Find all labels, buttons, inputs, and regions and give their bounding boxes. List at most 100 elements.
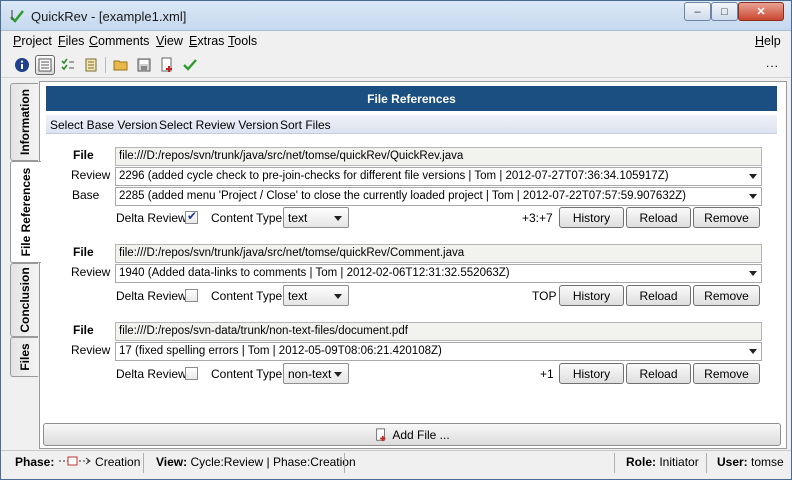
add-document-button[interactable]	[157, 55, 177, 75]
sort-files-action[interactable]: Sort Files	[280, 118, 331, 132]
delta-review-checkbox[interactable]	[185, 289, 198, 302]
reload-button[interactable]: Reload	[626, 363, 691, 384]
review-version-select[interactable]: 1940 (Added data-links to comments | Tom…	[115, 264, 762, 283]
info-button[interactable]	[12, 55, 32, 75]
content-type-value: non-text	[288, 367, 332, 381]
content-type-label: Content Type	[211, 289, 283, 303]
menu-project[interactable]: Project	[13, 34, 52, 48]
chevron-down-icon	[749, 349, 757, 354]
add-file-label: Add File ...	[392, 427, 450, 442]
base-label: Base	[72, 188, 100, 202]
tab-files[interactable]: Files	[10, 337, 38, 377]
title-bar: QuickRev - [example1.xml] – □ ✕	[1, 1, 791, 31]
view-label: View:	[156, 455, 188, 469]
change-status: +3:+7	[522, 211, 553, 225]
save-button[interactable]	[134, 55, 154, 75]
action-bar: Select Base Version Select Review Versio…	[46, 115, 777, 134]
remove-button[interactable]: Remove	[693, 285, 760, 306]
tab-label: Files	[17, 343, 32, 371]
close-button[interactable]: ✕	[738, 2, 784, 21]
select-review-version-action[interactable]: Select Review Version	[159, 118, 278, 132]
menu-label: iles	[65, 34, 85, 48]
change-status: TOP	[532, 289, 557, 303]
tab-conclusion[interactable]: Conclusion	[10, 263, 38, 337]
delta-review-checkbox[interactable]	[185, 367, 198, 380]
maximize-button[interactable]: □	[711, 2, 738, 21]
user-label: User:	[717, 455, 748, 469]
open-button[interactable]	[111, 55, 131, 75]
content-type-select[interactable]: non-text	[283, 363, 349, 384]
panel-header: File References	[46, 86, 777, 111]
review-version-value: 2296 (added cycle check to pre-join-chec…	[119, 170, 669, 182]
base-version-value: 2285 (added menu 'Project / Close' to cl…	[119, 190, 686, 202]
file-label: File	[73, 323, 94, 337]
add-file-button[interactable]: Add File ...	[43, 423, 781, 446]
toolbar: ...	[1, 52, 791, 78]
content-type-select[interactable]: text	[283, 207, 349, 228]
menu-view[interactable]: View	[156, 34, 183, 48]
menu-extras[interactable]: Extras	[189, 34, 224, 48]
quickrev-app-icon	[10, 10, 24, 23]
file-label: File	[73, 245, 94, 259]
reload-button[interactable]: Reload	[626, 285, 691, 306]
chevron-down-icon	[334, 372, 342, 377]
file-path-field[interactable]: file:///D:/repos/svn/trunk/java/src/net/…	[115, 244, 762, 263]
review-version-select[interactable]: 2296 (added cycle check to pre-join-chec…	[115, 167, 762, 186]
notes-view-button[interactable]	[81, 55, 101, 75]
change-status: +1	[540, 367, 554, 381]
menu-mnemonic: H	[755, 34, 765, 48]
remove-button[interactable]: Remove	[693, 363, 760, 384]
minimize-button[interactable]: –	[684, 2, 711, 21]
user-value: tomse	[751, 455, 784, 469]
delta-review-label: Delta Review	[116, 367, 187, 381]
menu-comments[interactable]: Comments	[89, 34, 149, 48]
file-path-field[interactable]: file:///D:/repos/svn-data/trunk/non-text…	[115, 322, 762, 341]
phase-status: Phase: Creation	[15, 455, 140, 473]
menu-files[interactable]: Files	[58, 34, 84, 48]
history-button[interactable]: History	[559, 207, 624, 228]
phase-value: Creation	[95, 455, 141, 469]
select-base-version-action[interactable]: Select Base Version	[50, 118, 157, 132]
toolbar-overflow[interactable]: ...	[766, 56, 779, 70]
menu-bar: Project Files Comments View Extras Tools…	[1, 31, 791, 51]
phase-flow-icon	[58, 456, 91, 466]
review-label: Review	[71, 168, 111, 182]
file-references-view-button[interactable]	[35, 55, 55, 75]
base-version-select[interactable]: 2285 (added menu 'Project / Close' to cl…	[115, 187, 762, 206]
menu-mnemonic: C	[89, 34, 99, 48]
content-type-value: text	[288, 289, 308, 303]
phase-label: Phase:	[15, 455, 55, 469]
review-version-value: 1940 (Added data-links to comments | Tom…	[119, 267, 510, 279]
floppy-disk-icon	[137, 58, 151, 72]
status-divider	[614, 453, 615, 473]
status-divider	[143, 453, 144, 473]
tab-label: Information	[17, 89, 32, 155]
conclusion-view-button[interactable]	[58, 55, 78, 75]
finish-button[interactable]	[180, 55, 200, 75]
document-add-icon	[376, 427, 386, 441]
chevron-down-icon	[749, 194, 757, 199]
list-view-icon	[38, 58, 52, 72]
menu-label: elp	[764, 34, 781, 48]
history-button[interactable]: History	[559, 285, 624, 306]
remove-button[interactable]: Remove	[693, 207, 760, 228]
content-type-select[interactable]: text	[283, 285, 349, 306]
menu-label: xtras	[197, 34, 225, 48]
review-label: Review	[71, 265, 111, 279]
menu-tools[interactable]: Tools	[228, 34, 257, 48]
tab-information[interactable]: Information	[10, 83, 38, 161]
tab-file-references[interactable]: File References	[10, 161, 41, 263]
status-divider	[344, 453, 345, 473]
chevron-down-icon	[749, 174, 757, 179]
file-path-field[interactable]: file:///D:/repos/svn/trunk/java/src/net/…	[115, 147, 762, 166]
review-version-select[interactable]: 17 (fixed spelling errors | Tom | 2012-0…	[115, 342, 762, 361]
view-value: Cycle:Review | Phase:Creation	[190, 455, 356, 469]
delta-review-checkbox[interactable]: ✔	[185, 209, 198, 224]
user-status: User: tomse	[717, 455, 784, 473]
checkmark-icon	[183, 59, 197, 71]
menu-help[interactable]: Help	[755, 34, 781, 48]
info-icon	[15, 58, 29, 72]
file-references-panel: File References Select Base Version Sele…	[39, 81, 787, 449]
history-button[interactable]: History	[559, 363, 624, 384]
reload-button[interactable]: Reload	[626, 207, 691, 228]
